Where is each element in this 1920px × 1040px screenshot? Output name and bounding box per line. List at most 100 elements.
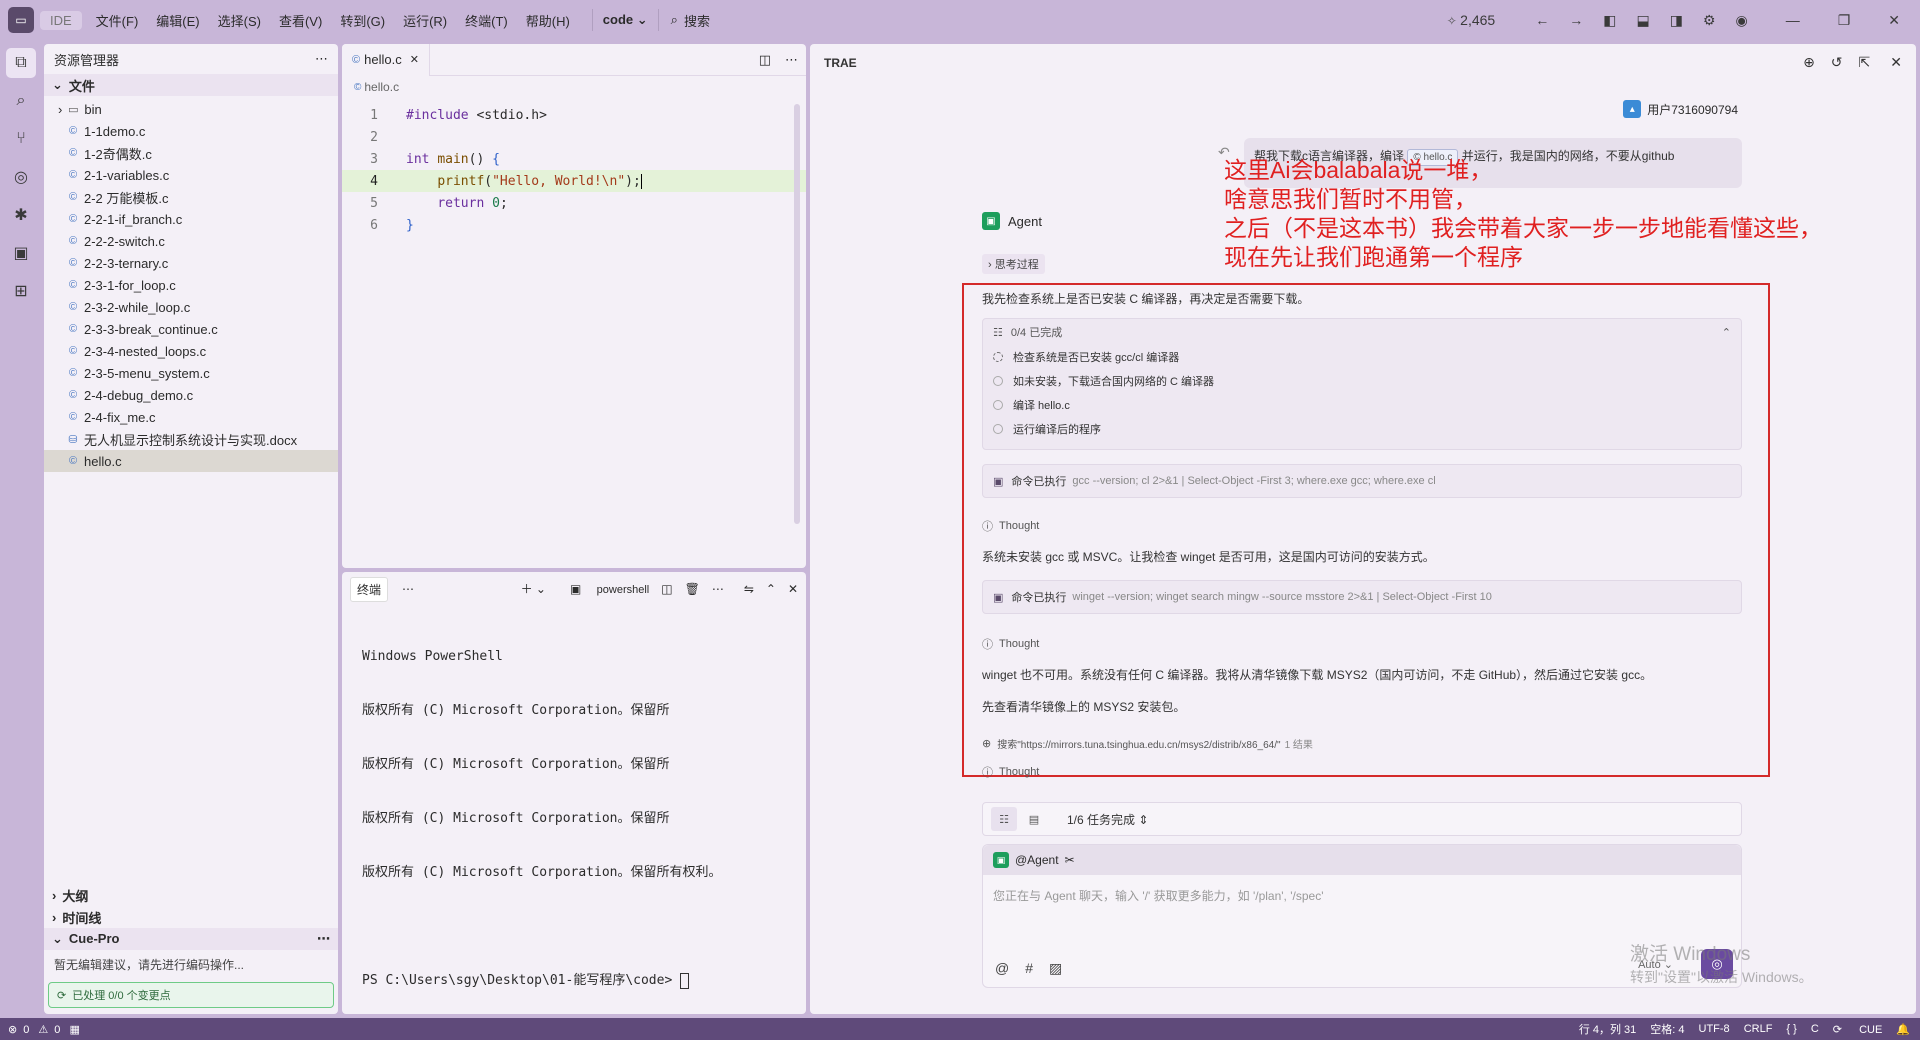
braces-icon[interactable]: { } <box>1786 1023 1796 1035</box>
collapse-icon[interactable]: ⌃ <box>1722 326 1731 339</box>
file-item[interactable]: © 2-2 万能模板.c <box>44 186 338 208</box>
ide-label[interactable]: IDE <box>40 10 82 30</box>
indent-setting[interactable]: 空格: 4 <box>1650 1021 1684 1037</box>
tab-hello-c[interactable]: © hello.c ✕ <box>342 44 430 76</box>
new-chat-icon[interactable]: ⊕ <box>1803 54 1815 71</box>
shell-selector[interactable]: ▣ powershell <box>558 582 649 596</box>
debug-icon[interactable]: ✱ <box>6 200 36 230</box>
tab-terminal[interactable]: 终端 <box>350 576 389 602</box>
thinking-toggle[interactable]: › 思考过程 <box>982 254 1045 274</box>
gear-icon[interactable]: ⚙ <box>1703 12 1716 29</box>
file-item[interactable]: © 2-2-3-ternary.c <box>44 252 338 274</box>
toggle-panel-icon[interactable]: ⬓ <box>1636 12 1649 29</box>
more-icon[interactable]: ⋯ <box>402 582 414 596</box>
checklist-icon[interactable]: ☷ <box>991 807 1017 831</box>
trash-icon[interactable]: 🗑 <box>685 582 700 596</box>
task-status[interactable]: 1/6 任务完成 ⇕ <box>1067 811 1148 828</box>
minimize-icon[interactable]: — <box>1786 12 1800 28</box>
toggle-sidebar-icon[interactable]: ◧ <box>1603 12 1616 29</box>
forward-arrow-icon[interactable]: → <box>1569 12 1583 28</box>
more-icon[interactable]: ⋯ <box>315 51 328 67</box>
history-icon[interactable]: ↺ <box>1831 54 1843 71</box>
code-line[interactable]: 6} <box>342 214 806 236</box>
file-item[interactable]: © 2-2-1-if_branch.c <box>44 208 338 230</box>
close-panel-icon[interactable]: ✕ <box>788 582 798 596</box>
settings-sliders-icon[interactable]: ⇋ <box>744 582 754 596</box>
cue-status-item[interactable]: ⟳ CUE <box>1833 1023 1883 1036</box>
cue-status[interactable]: ⟳ 已处理 0/0 个变更点 <box>48 982 334 1008</box>
file-item[interactable]: © 1-1demo.c <box>44 120 338 142</box>
input-placeholder[interactable]: 您正在与 Agent 聊天，输入 '/' 获取更多能力，如 '/plan', '… <box>983 875 1741 916</box>
code-area[interactable]: 1 #include <stdio.h> 2 3 int main() {4 print… <box>342 98 806 236</box>
cursor-position[interactable]: 行 4，列 31 <box>1579 1021 1636 1037</box>
web-search-row[interactable]: ⊕ 搜索"https://mirrors.tuna.tsinghua.edu.c… <box>982 736 1313 751</box>
menu-terminal[interactable]: 终端(T) <box>465 11 508 30</box>
explorer-icon[interactable]: ⧉ <box>6 48 36 78</box>
file-item[interactable]: © 2-3-5-menu_system.c <box>44 362 338 384</box>
chat-input[interactable]: ▣ @Agent ✂ 您正在与 Agent 聊天，输入 '/' 获取更多能力，如… <box>982 844 1742 988</box>
more-icon[interactable]: ⋯ <box>317 931 330 947</box>
file-item[interactable]: © hello.c <box>44 450 338 472</box>
language-mode[interactable]: C <box>1811 1023 1819 1035</box>
menu-view[interactable]: 查看(V) <box>279 11 322 30</box>
files-section-header[interactable]: ⌄ 文件 <box>44 74 338 96</box>
back-arrow-icon[interactable]: ← <box>1535 12 1549 28</box>
file-item[interactable]: © 1-2奇偶数.c <box>44 142 338 164</box>
maximize-panel-icon[interactable]: ⌃ <box>766 582 776 596</box>
editor-scrollbar[interactable] <box>794 104 800 524</box>
code-line[interactable]: 4 printf("Hello, World!\n"); <box>342 170 806 192</box>
encoding[interactable]: UTF-8 <box>1699 1023 1730 1035</box>
close-icon[interactable]: ✕ <box>410 53 419 66</box>
outline-section[interactable]: › 大纲 <box>44 884 338 906</box>
extensions-icon[interactable]: ⊞ <box>6 276 36 306</box>
terminal-output[interactable]: Windows PowerShell 版权所有 (C) Microsoft Co… <box>342 606 806 1014</box>
open-external-icon[interactable]: ⇱ <box>1859 54 1871 71</box>
hash-icon[interactable]: # <box>1025 960 1033 977</box>
file-item[interactable]: ⛁ 无人机显示控制系统设计与实现.docx <box>44 428 338 450</box>
cue-pro-section[interactable]: ⌄ Cue-Pro ⋯ <box>44 928 338 950</box>
agent-mention[interactable]: @Agent <box>1015 853 1059 867</box>
at-icon[interactable]: @ <box>995 960 1009 977</box>
account-icon[interactable]: ◉ <box>1735 12 1747 29</box>
toggle-aux-icon[interactable]: ◨ <box>1670 12 1683 29</box>
menu-run[interactable]: 运行(R) <box>403 11 447 30</box>
file-item[interactable]: © 2-4-debug_demo.c <box>44 384 338 406</box>
global-search[interactable]: ⌕ 搜索 <box>671 11 710 30</box>
close-icon[interactable]: ✕ <box>1888 12 1900 29</box>
tools-icon[interactable]: ✂ <box>1065 853 1075 867</box>
document-icon[interactable]: ▤ <box>1021 807 1047 831</box>
file-item[interactable]: © 2-3-4-nested_loops.c <box>44 340 338 362</box>
command-block-2[interactable]: ▣ 命令已执行 winget --version; winget search … <box>982 580 1742 614</box>
menu-file[interactable]: 文件(F) <box>96 11 139 30</box>
add-terminal-icon[interactable]: ＋ ⌄ <box>521 580 546 597</box>
project-selector[interactable]: code ⌄ <box>591 9 659 31</box>
code-line[interactable]: 3 int main() { <box>342 148 806 170</box>
close-icon[interactable]: ✕ <box>1890 54 1902 71</box>
more-icon[interactable]: ⋯ <box>785 52 798 68</box>
split-terminal-icon[interactable]: ◫ <box>661 582 672 596</box>
status-left[interactable]: ⊗ 0 ⚠ 0 ▦ <box>8 1023 86 1036</box>
file-item[interactable]: © 2-3-3-break_continue.c <box>44 318 338 340</box>
file-item[interactable]: © 2-3-1-for_loop.c <box>44 274 338 296</box>
search-icon[interactable]: ⌕ <box>6 86 36 116</box>
todo-header[interactable]: ☷ 0/4 已完成 ⌃ <box>983 319 1741 345</box>
restore-icon[interactable]: ❐ <box>1838 12 1851 29</box>
command-block-1[interactable]: ▣ 命令已执行 gcc --version; cl 2>&1 | Select-… <box>982 464 1742 498</box>
eol[interactable]: CRLF <box>1744 1023 1773 1035</box>
breadcrumb[interactable]: © hello.c <box>342 76 806 98</box>
thought-row[interactable]: ⓘ Thought <box>982 518 1039 534</box>
menu-edit[interactable]: 编辑(E) <box>156 11 199 30</box>
app-logo-icon[interactable]: ▭ <box>8 7 34 33</box>
file-item[interactable]: © 2-2-2-switch.c <box>44 230 338 252</box>
code-line[interactable]: 5 return 0; <box>342 192 806 214</box>
eye-icon[interactable]: ◎ <box>6 162 36 192</box>
file-item[interactable]: © 2-4-fix_me.c <box>44 406 338 428</box>
bell-icon[interactable]: 🔔 <box>1896 1023 1910 1036</box>
folder-item[interactable]: › ▭ bin <box>44 98 338 120</box>
code-line[interactable]: 2 <box>342 126 806 148</box>
file-item[interactable]: © 2-3-2-while_loop.c <box>44 296 338 318</box>
menu-help[interactable]: 帮助(H) <box>526 11 570 30</box>
remote-icon[interactable]: ▣ <box>6 238 36 268</box>
sparkle-count[interactable]: ✧ 2,465 <box>1447 12 1515 28</box>
source-control-icon[interactable]: ⑂ <box>6 124 36 154</box>
